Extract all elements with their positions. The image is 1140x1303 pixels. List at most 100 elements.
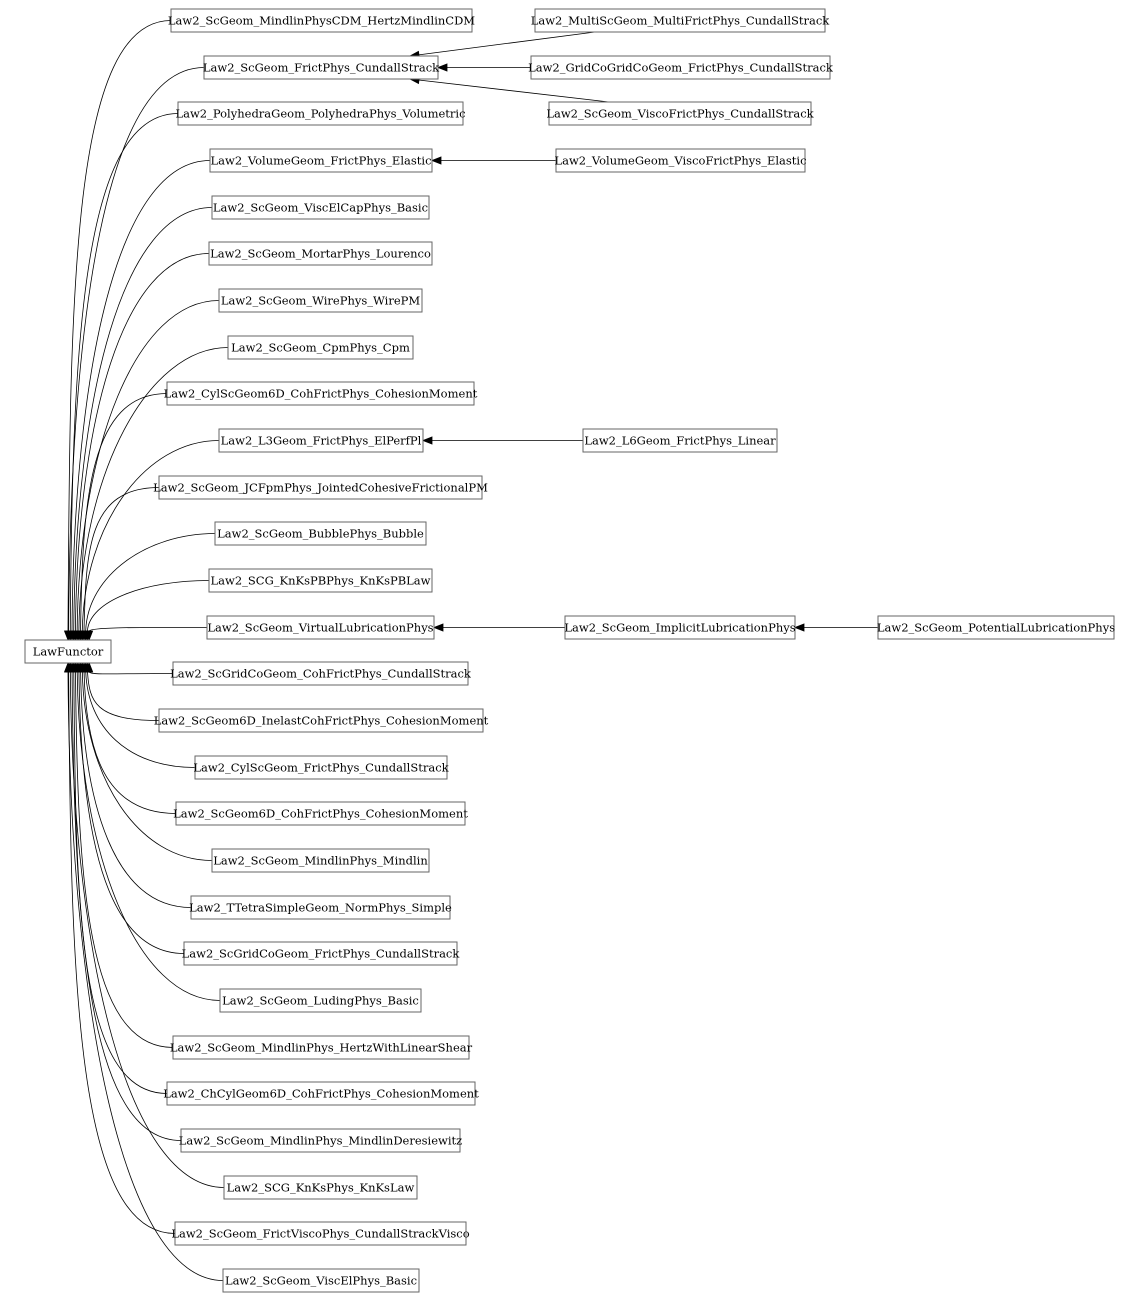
edge-line bbox=[76, 300, 220, 632]
class-node[interactable]: Law2_ScGridCoGeom_CohFrictPhys_CundallSt… bbox=[170, 661, 472, 686]
edge-line bbox=[68, 671, 176, 1234]
class-node[interactable]: Law2_ScGeom_PotentialLubricationPhys bbox=[877, 615, 1115, 640]
node-label: Law2_ScGridCoGeom_FrictPhys_CundallStrac… bbox=[182, 947, 461, 961]
node-label: Law2_ChCylGeom6D_CohFrictPhys_CohesionMo… bbox=[163, 1087, 479, 1101]
class-node[interactable]: Law2_L3Geom_FrictPhys_ElPerfPl bbox=[218, 428, 424, 453]
inheritance-edge bbox=[69, 207, 213, 642]
arrow-head bbox=[421, 436, 433, 445]
edge-line bbox=[73, 671, 168, 1094]
class-node[interactable]: Law2_ScGeom_CpmPhys_Cpm bbox=[227, 335, 414, 360]
class-node[interactable]: Law2_ScGeom_ViscElPhys_Basic bbox=[222, 1268, 420, 1293]
node-label: Law2_L6Geom_FrictPhys_Linear bbox=[584, 434, 776, 448]
inheritance-edge bbox=[408, 76, 610, 103]
class-node[interactable]: Law2_ScGeom_BubblePhys_Bubble bbox=[214, 521, 427, 546]
class-node[interactable]: Law2_ScGeom6D_CohFrictPhys_CohesionMomen… bbox=[173, 801, 468, 826]
class-node[interactable]: Law2_ScGeom_FrictViscoPhys_CundallStrack… bbox=[171, 1221, 470, 1246]
node-label: Law2_ScGeom_ViscElCapPhys_Basic bbox=[213, 201, 428, 215]
class-node[interactable]: Law2_ScGeom_VirtualLubricationPhys bbox=[206, 615, 435, 640]
node-label: Law2_ScGeom_ViscElPhys_Basic bbox=[225, 1274, 417, 1288]
class-node[interactable]: Law2_CylScGeom_FrictPhys_CundallStrack bbox=[193, 755, 450, 780]
node-label: Law2_ScGeom6D_InelastCohFrictPhys_Cohesi… bbox=[154, 714, 489, 728]
class-node[interactable]: Law2_L6Geom_FrictPhys_Linear bbox=[582, 428, 778, 453]
node-label: Law2_SCG_KnKsPhys_KnKsLaw bbox=[227, 1181, 415, 1195]
node-label: Law2_ScGeom_ViscoFrictPhys_CundallStrack bbox=[546, 107, 814, 121]
class-node[interactable]: Law2_ScGeom_ViscoFrictPhys_CundallStrack bbox=[546, 101, 815, 126]
class-node[interactable]: Law2_ScGeom_FrictPhys_CundallStrack bbox=[203, 55, 440, 80]
node-label: Law2_ScGeom_LudingPhys_Basic bbox=[222, 994, 419, 1008]
inheritance-edge bbox=[79, 661, 177, 814]
edge-line bbox=[80, 671, 192, 908]
node-label: Law2_ScGeom_CpmPhys_Cpm bbox=[231, 341, 410, 355]
inheritance-edge bbox=[408, 31, 596, 59]
edge-line bbox=[75, 253, 210, 632]
edge-line bbox=[71, 671, 182, 1141]
edge-line bbox=[68, 67, 205, 632]
class-node[interactable]: Law2_ScGeom6D_InelastCohFrictPhys_Cohesi… bbox=[154, 708, 489, 733]
node-label: Law2_ScGeom_MindlinPhys_MindlinDeresiewi… bbox=[179, 1134, 462, 1148]
node-label: Law2_ScGridCoGeom_CohFrictPhys_CundallSt… bbox=[170, 667, 472, 681]
node-label: Law2_ScGeom_PotentialLubricationPhys bbox=[877, 621, 1115, 635]
node-label: Law2_SCG_KnKsPBPhys_KnKsPBLaw bbox=[210, 574, 430, 588]
class-node[interactable]: Law2_MultiScGeom_MultiFrictPhys_CundallS… bbox=[531, 8, 831, 33]
edge-line bbox=[81, 440, 220, 632]
class-node[interactable]: Law2_ScGeom_MindlinPhys_HertzWithLinearS… bbox=[170, 1035, 473, 1060]
inheritance-edge bbox=[432, 623, 565, 632]
inheritance-edge bbox=[430, 156, 556, 165]
inheritance-edge bbox=[793, 623, 878, 632]
class-node[interactable]: Law2_ScGeom_MindlinPhys_Mindlin bbox=[211, 848, 430, 873]
class-node[interactable]: Law2_ScGeom_JCFpmPhys_JointedCohesiveFri… bbox=[153, 475, 488, 500]
edge-line bbox=[409, 31, 596, 57]
node-label: Law2_ScGeom_FrictPhys_CundallStrack bbox=[203, 61, 440, 75]
class-node[interactable]: Law2_ScGeom_ImplicitLubricationPhys bbox=[564, 615, 796, 640]
class-node[interactable]: Law2_TTetraSimpleGeom_NormPhys_Simple bbox=[189, 895, 452, 920]
class-node[interactable]: Law2_ScGeom_MindlinPhys_MindlinDeresiewi… bbox=[179, 1128, 462, 1153]
inheritance-edge bbox=[85, 661, 174, 675]
inheritance-edge bbox=[436, 63, 531, 72]
class-node[interactable]: Law2_ScGridCoGeom_FrictPhys_CundallStrac… bbox=[182, 941, 461, 966]
node-label: Law2_VolumeGeom_FrictPhys_Elastic bbox=[210, 154, 431, 168]
class-node[interactable]: Law2_ScGeom_MindlinPhysCDM_HertzMindlinC… bbox=[168, 8, 475, 33]
class-node[interactable]: Law2_SCG_KnKsPBPhys_KnKsPBLaw bbox=[208, 568, 433, 593]
class-node[interactable]: Law2_PolyhedraGeom_PolyhedraPhys_Volumet… bbox=[175, 101, 466, 126]
edge-line bbox=[85, 533, 216, 632]
node-label: LawFunctor bbox=[33, 645, 104, 659]
edge-line bbox=[86, 580, 210, 632]
node-label: Law2_ScGeom_JCFpmPhys_JointedCohesiveFri… bbox=[153, 481, 488, 495]
inheritance-edge bbox=[76, 393, 168, 642]
edge-line bbox=[83, 487, 160, 632]
edge-line bbox=[88, 627, 208, 632]
node-label: Law2_ScGeom_MindlinPhysCDM_HertzMindlinC… bbox=[168, 14, 475, 28]
node-label: Law2_GridCoGridCoGeom_FrictPhys_CundallS… bbox=[528, 61, 834, 75]
node-label: Law2_ScGeom_MindlinPhys_HertzWithLinearS… bbox=[170, 1041, 473, 1055]
class-node[interactable]: Law2_ScGeom_LudingPhys_Basic bbox=[219, 988, 422, 1013]
edge-line bbox=[87, 671, 160, 721]
edge-line bbox=[88, 671, 174, 675]
arrow-head bbox=[793, 623, 805, 632]
class-node[interactable]: Law2_ScGeom_WirePhys_WirePM bbox=[218, 288, 423, 313]
class-node[interactable]: Law2_VolumeGeom_FrictPhys_Elastic bbox=[209, 148, 433, 173]
node-label: Law2_MultiScGeom_MultiFrictPhys_CundallS… bbox=[531, 14, 831, 28]
arrow-head bbox=[436, 63, 448, 72]
node-label: Law2_VolumeGeom_ViscoFrictPhys_Elastic bbox=[554, 154, 806, 168]
class-node[interactable]: Law2_CylScGeom6D_CohFrictPhys_CohesionMo… bbox=[164, 381, 478, 406]
node-label: Law2_CylScGeom6D_CohFrictPhys_CohesionMo… bbox=[164, 387, 478, 401]
edge-line bbox=[67, 20, 172, 632]
edge-line bbox=[69, 671, 225, 1188]
class-node[interactable]: Law2_VolumeGeom_ViscoFrictPhys_Elastic bbox=[554, 148, 807, 173]
class-node[interactable]: Law2_GridCoGridCoGeom_FrictPhys_CundallS… bbox=[528, 55, 834, 80]
arrow-head bbox=[432, 623, 444, 632]
class-node[interactable]: Law2_ChCylGeom6D_CohFrictPhys_CohesionMo… bbox=[163, 1081, 479, 1106]
edge-line bbox=[409, 78, 610, 103]
class-node[interactable]: Law2_SCG_KnKsPhys_KnKsLaw bbox=[223, 1175, 418, 1200]
edge-line bbox=[69, 113, 179, 632]
node-label: Law2_L3Geom_FrictPhys_ElPerfPl bbox=[221, 434, 422, 448]
inheritance-diagram: LawFunctor Law2_ScGeom_MindlinPhysCDM_Her… bbox=[24, 8, 1115, 1293]
node-label: Law2_ScGeom_BubblePhys_Bubble bbox=[217, 527, 424, 541]
inheritance-edge bbox=[421, 436, 583, 445]
node-label: Law2_ScGeom6D_CohFrictPhys_CohesionMomen… bbox=[173, 807, 468, 821]
class-node[interactable]: Law2_ScGeom_ViscElCapPhys_Basic bbox=[211, 195, 430, 220]
node-label: Law2_PolyhedraGeom_PolyhedraPhys_Volumet… bbox=[175, 107, 465, 121]
node-label: Law2_ScGeom_MindlinPhys_Mindlin bbox=[213, 854, 428, 868]
root-node[interactable]: LawFunctor bbox=[24, 639, 112, 664]
class-node[interactable]: Law2_ScGeom_MortarPhys_Lourenco bbox=[208, 241, 433, 266]
